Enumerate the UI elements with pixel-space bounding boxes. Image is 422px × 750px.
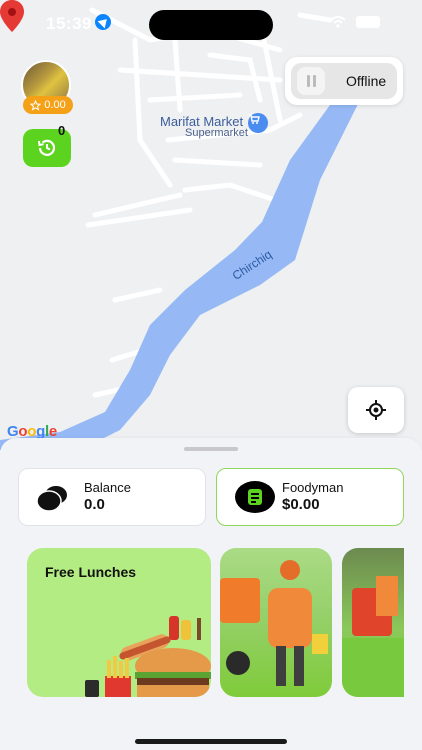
balance-card[interactable]: Balance 0.0 <box>18 468 206 526</box>
promo-card-delivery[interactable] <box>220 548 332 697</box>
location-arrow-icon <box>95 14 111 30</box>
battery-icon <box>356 16 380 28</box>
shopping-cart-icon[interactable] <box>248 113 268 133</box>
rating-badge: 0.00 <box>23 96 73 114</box>
star-icon <box>30 99 42 111</box>
toggle-label: Offline <box>346 73 387 89</box>
home-indicator[interactable] <box>135 739 287 744</box>
foodyman-value: $0.00 <box>282 496 320 513</box>
food-illustration <box>85 616 211 697</box>
status-indicators <box>330 14 384 30</box>
wallet-doc-icon <box>235 481 275 513</box>
balance-value: 0.0 <box>84 496 105 513</box>
dynamic-island <box>149 10 273 40</box>
poi-category: Supermarket <box>185 127 248 139</box>
toggle-track[interactable]: Offline <box>291 63 397 99</box>
status-time: 15:39 <box>46 14 92 33</box>
promo-card-free-lunches[interactable]: Free Lunches <box>27 548 211 697</box>
foodyman-label: Foodyman <box>282 480 344 495</box>
delivery-bag-illustration <box>342 576 404 697</box>
sheet-handle[interactable] <box>184 447 238 451</box>
my-location-button[interactable] <box>348 387 404 433</box>
crosshair-icon <box>366 400 386 420</box>
history-icon <box>38 139 56 156</box>
foodyman-card[interactable]: Foodyman $0.00 <box>216 468 404 526</box>
map-pin-icon[interactable] <box>0 0 24 32</box>
history-count-badge: 0 <box>58 123 66 138</box>
online-status-toggle[interactable]: Offline <box>285 57 403 105</box>
toggle-knob[interactable] <box>297 67 325 95</box>
coins-icon <box>36 486 67 512</box>
bottom-sheet[interactable]: Balance 0.0 Foodyman $0.00 Free Lunches <box>0 438 422 750</box>
promo-card-courier-bag[interactable] <box>342 548 404 697</box>
balance-label: Balance <box>84 480 131 495</box>
wifi-icon <box>330 16 346 28</box>
courier-illustration <box>220 560 328 686</box>
rating-value: 0.00 <box>44 99 66 111</box>
